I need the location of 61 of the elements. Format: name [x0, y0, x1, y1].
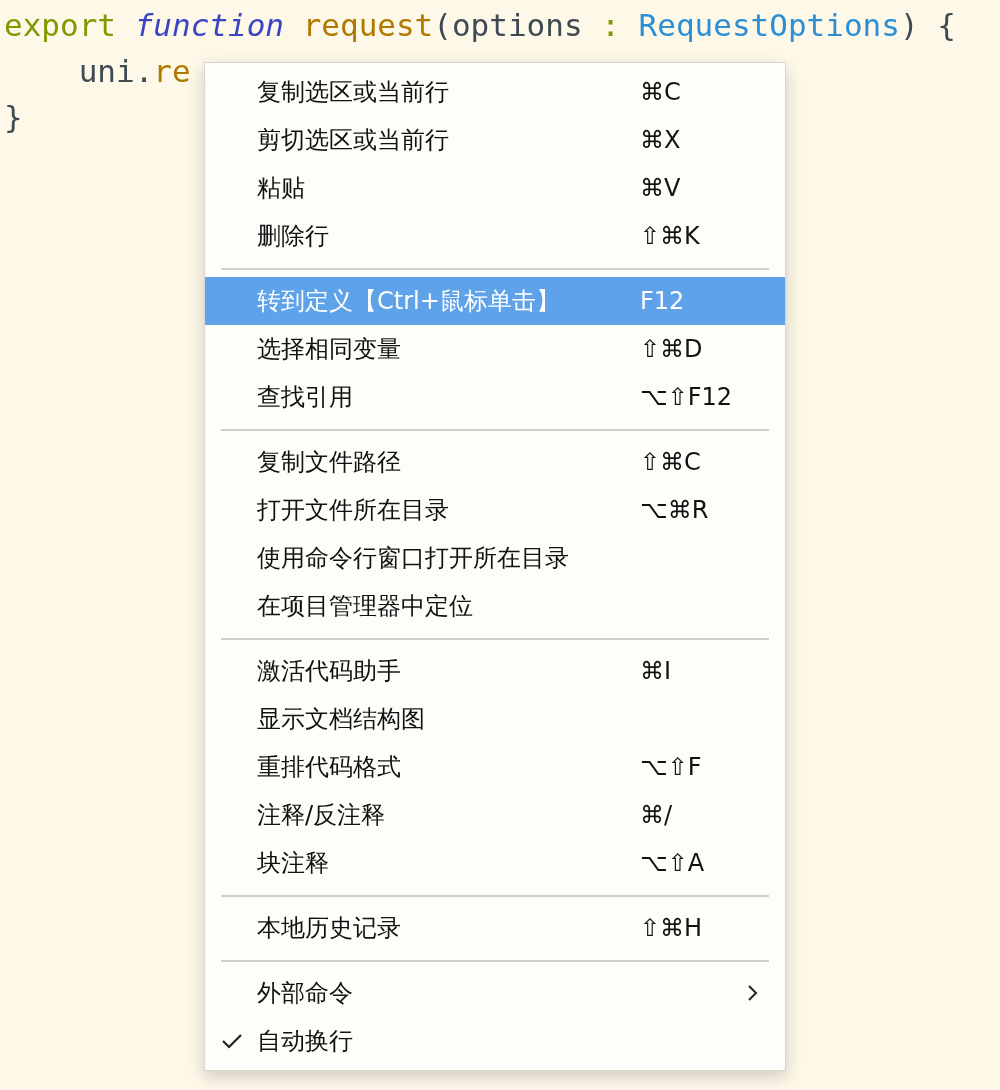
menu-item-label: 在项目管理器中定位 — [257, 591, 474, 622]
menu-item-label: 复制文件路径 — [257, 447, 402, 478]
menu-item-label: 打开文件所在目录 — [257, 495, 450, 526]
menu-item[interactable]: 打开文件所在目录 ⌥⌘R — [205, 486, 785, 534]
menu-item[interactable]: 粘贴 ⌘V — [205, 164, 785, 212]
menu-item-label: 自动换行 — [257, 1026, 354, 1057]
menu-item-label: 转到定义【Ctrl+鼠标单击】 — [257, 286, 561, 317]
menu-item[interactable]: 剪切选区或当前行 ⌘X — [205, 116, 785, 164]
menu-item-label: 查找引用 — [257, 382, 354, 413]
menu-item[interactable]: 在项目管理器中定位 — [205, 582, 785, 630]
menu-item-label: 剪切选区或当前行 — [257, 125, 450, 156]
shortcut-label: ⌘X — [640, 126, 681, 154]
menu-item-label: 显示文档结构图 — [257, 704, 426, 735]
shortcut-label: ⌥⌘R — [640, 496, 709, 524]
code-token: (options — [433, 7, 584, 43]
shortcut-label: ⌘V — [640, 174, 681, 202]
code-token: : — [601, 7, 621, 43]
menu-item[interactable]: 复制选区或当前行 ⌘C — [205, 68, 785, 116]
menu-item-label: 粘贴 — [257, 173, 306, 204]
code-token: export — [4, 7, 117, 43]
shortcut-label: ⌥⇧A — [640, 849, 705, 877]
menu-item-label: 选择相同变量 — [257, 334, 402, 365]
menu-item[interactable]: 显示文档结构图 — [205, 695, 785, 743]
menu-item-label: 重排代码格式 — [257, 752, 402, 783]
menu-item[interactable]: 使用命令行窗口打开所在目录 — [205, 534, 785, 582]
menu-item[interactable]: 激活代码助手 ⌘I — [205, 647, 785, 695]
menu-item-label: 激活代码助手 — [257, 656, 402, 687]
menu-item[interactable]: 外部命令 — [205, 969, 785, 1017]
menu-item-label: 本地历史记录 — [257, 913, 402, 944]
menu-item[interactable]: 重排代码格式 ⌥⇧F — [205, 743, 785, 791]
code-token: request — [302, 7, 434, 43]
menu-item-label: 使用命令行窗口打开所在目录 — [257, 543, 570, 574]
menu-item[interactable]: 删除行 ⇧⌘K — [205, 212, 785, 260]
menu-item[interactable]: 自动换行 — [205, 1017, 785, 1065]
shortcut-label: ⌘/ — [640, 801, 673, 829]
menu-item-label: 注释/反注释 — [257, 800, 387, 831]
menu-item[interactable]: 块注释 ⌥⇧A — [205, 839, 785, 887]
code-token: ) { — [899, 7, 956, 43]
shortcut-label: ⌥⇧F12 — [640, 383, 733, 411]
shortcut-label: F12 — [640, 287, 685, 315]
menu-item[interactable]: 本地历史记录 ⇧⌘H — [205, 904, 785, 952]
menu-item-label: 外部命令 — [257, 978, 354, 1009]
menu-item[interactable]: 复制文件路径 ⇧⌘C — [205, 438, 785, 486]
code-token: re — [153, 53, 191, 89]
menu-item[interactable]: 查找引用 ⌥⇧F12 — [205, 373, 785, 421]
shortcut-label: ⌘I — [640, 657, 672, 685]
menu-item[interactable]: 选择相同变量 ⇧⌘D — [205, 325, 785, 373]
shortcut-label: ⇧⌘D — [640, 335, 703, 363]
shortcut-label: ⌘C — [640, 78, 681, 106]
menu-item[interactable]: 注释/反注释 ⌘/ — [205, 791, 785, 839]
code-token: } — [4, 99, 23, 135]
code-token: function — [134, 7, 285, 43]
shortcut-label: ⌥⇧F — [640, 753, 702, 781]
shortcut-label: ⇧⌘H — [640, 914, 703, 942]
menu-item-label: 删除行 — [257, 221, 330, 252]
code-token: uni. — [77, 53, 154, 89]
shortcut-label: ⇧⌘C — [640, 448, 701, 476]
menu-item-label: 块注释 — [257, 848, 330, 879]
shortcut-label: ⇧⌘K — [640, 222, 700, 250]
menu-item-label: 复制选区或当前行 — [257, 77, 450, 108]
code-token: RequestOptions — [638, 7, 900, 43]
